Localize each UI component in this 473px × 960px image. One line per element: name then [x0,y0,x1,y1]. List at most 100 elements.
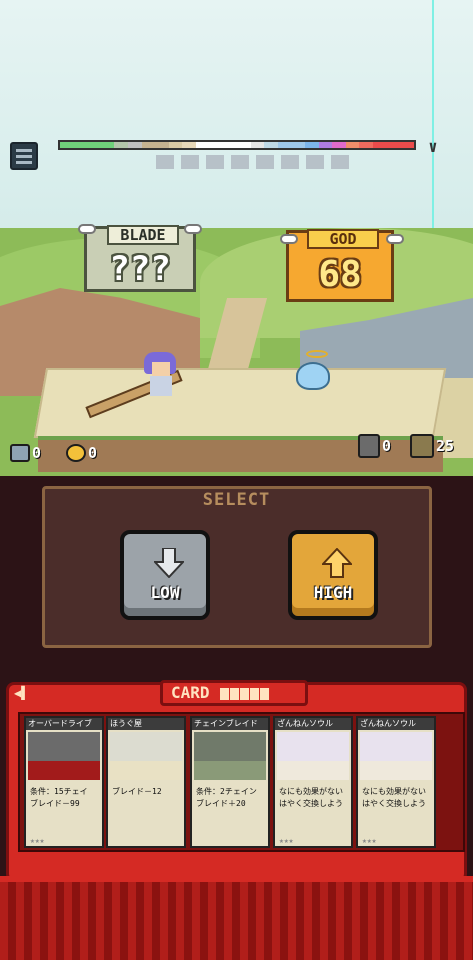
meter-segment [128,142,142,148]
slot-square [231,155,249,169]
low-button-label: LOW [150,583,180,602]
sky-background [0,0,473,230]
card-image [110,732,182,780]
meter-segment [373,142,387,148]
chain-count: 0 [32,444,42,462]
meter-segment [114,142,129,148]
progress-meter [58,140,416,150]
arrow-down-icon [154,548,184,578]
card-slot [250,687,260,700]
card-description: なにも効果がない はやく交換しよう [362,787,426,808]
coin-icon [66,444,86,462]
slot-square [331,155,349,169]
meter-segment [400,142,414,148]
meter-segment [168,142,183,148]
card-name: ざんねんソウル [358,718,434,730]
meter-segment [250,142,265,148]
card-name: ざんねんソウル [275,718,351,730]
hero-body [150,376,172,396]
card-item[interactable]: ほうぐ屋ブレイド－12 [106,716,186,848]
halo-icon [306,350,328,358]
battle-scene [0,228,473,476]
meter-segment [100,142,115,148]
bag-icon [410,434,434,458]
back-arrow-icon[interactable]: ◀▌ [14,686,46,702]
card-rarity: ★★★ [30,836,45,845]
slot-indicators [156,155,349,169]
menu-button[interactable] [10,142,38,170]
card-title-text: CARD [171,683,210,702]
card-rarity: ★★★ [279,836,294,845]
wing-icon [78,224,96,234]
card-slot [240,687,250,700]
wing-icon [280,234,298,244]
slot-square [181,155,199,169]
meter-segment [345,142,360,148]
slot-square [206,155,224,169]
card-name: ほうぐ屋 [108,718,184,730]
meter-segment [359,142,374,148]
menu-icon-line [16,155,32,158]
slot-square [156,155,174,169]
arrow-up-icon [322,548,352,578]
card-image [360,732,432,780]
coin-count: 0 [88,444,98,462]
chain-icon [10,444,30,462]
meter-segment [141,142,156,148]
card-description: なにも効果がない はやく交換しよう [279,787,343,808]
bag-count: 25 [436,437,455,455]
meter-segment [73,142,88,148]
menu-icon-line [16,161,32,164]
card-slot [260,687,270,700]
god-sign-value: 68 [318,254,362,295]
meter-segment [386,142,401,148]
meter-segment [209,142,224,148]
card-description: 条件：15チェイ ブレイド－99 [30,787,88,808]
slot-square [256,155,274,169]
card-image [277,732,349,780]
card-description: 条件：2チェイン ブレイド＋20 [196,787,257,808]
blade-sign-value: ??? [109,249,171,289]
meter-segment [277,142,292,148]
slot-square [281,155,299,169]
high-button[interactable]: HIGH [288,530,378,620]
card-item[interactable]: チェインブレイド条件：2チェイン ブレイド＋20 [190,716,270,848]
wing-icon [184,224,202,234]
meter-segment [223,142,237,148]
card-image [194,732,266,780]
card-slot [230,687,240,700]
card-name: チェインブレイド [192,718,268,730]
wing-icon [386,234,404,244]
bag-counter: 25 [410,434,454,458]
card-image [28,732,100,780]
meter-segment [264,142,278,148]
meter-segment [236,142,251,148]
menu-icon [16,149,32,152]
meter-segment [304,142,319,148]
god-sign-title: GOD [307,229,379,249]
card-item[interactable]: ざんねんソウルなにも効果がない はやく交換しよう ★★★ [273,716,353,848]
meter-segment [182,142,197,148]
card-slot [220,687,230,700]
rock-count: 0 [382,437,392,455]
chevron-down-icon[interactable]: ∨ [422,138,444,156]
curtain [0,882,473,960]
blade-sign-title: BLADE [107,225,179,245]
high-button-label: HIGH [313,583,353,602]
god-sign: GOD 68 [286,229,394,302]
low-button[interactable]: LOW [120,530,210,620]
god-slime-character [296,362,330,390]
card-item[interactable]: ざんねんソウルなにも効果がない はやく交換しよう ★★★ [356,716,436,848]
rock-counter: 0 [358,434,391,458]
hero-character [140,352,180,402]
meter-segment [87,142,101,148]
card-description: ブレイド－12 [112,787,162,796]
card-item[interactable]: オーバードライブ 条件：15チェイ ブレイド－99 ★★★ [24,716,104,848]
select-title: SELECT [202,490,271,510]
meter-segment [196,142,210,148]
meter-segment [332,142,346,148]
chain-counter: 0 [10,444,41,462]
card-rarity: ★★★ [362,836,377,845]
rock-icon [358,434,380,458]
blade-sign: BLADE ??? [84,225,196,292]
